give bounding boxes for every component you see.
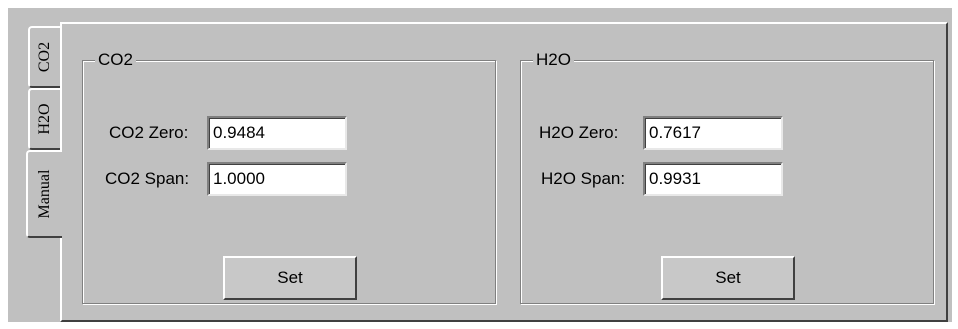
co2-zero-field[interactable] [207,116,347,150]
tab-h2o-label: H2O [36,103,53,135]
manual-tab-page: CO2 CO2 Zero: CO2 Span: Set H2O H2O Zero… [60,22,948,322]
tab-co2[interactable]: CO2 [28,26,60,88]
h2o-zero-label: H2O Zero: [539,123,619,142]
co2-group-title: CO2 [95,50,136,70]
h2o-zero-field[interactable] [643,116,783,150]
tab-h2o[interactable]: H2O [28,88,60,150]
co2-span-label: CO2 Span: [105,169,190,188]
h2o-group-title: H2O [533,50,574,70]
co2-span-field[interactable] [207,162,347,196]
h2o-span-field[interactable] [643,162,783,196]
h2o-group: H2O H2O Zero: H2O Span: Set [520,50,934,304]
tab-manual[interactable]: Manual [26,150,62,238]
co2-group: CO2 CO2 Zero: CO2 Span: Set [82,50,496,304]
h2o-set-button[interactable]: Set [661,256,795,300]
co2-set-button[interactable]: Set [223,256,357,300]
tab-manual-label: Manual [36,169,53,219]
co2-zero-label: CO2 Zero: [109,123,189,142]
tab-co2-label: CO2 [36,41,53,73]
h2o-span-label: H2O Span: [541,169,626,188]
